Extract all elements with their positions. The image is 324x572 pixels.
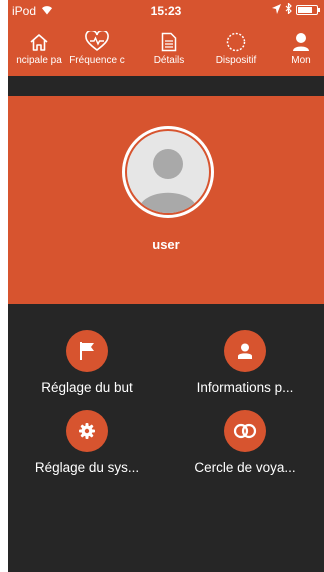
document-icon <box>139 28 199 52</box>
menu-grid: Réglage du but Informations p... Réglage… <box>8 304 324 572</box>
menu-travel-circle-label: Cercle de voya... <box>194 460 296 475</box>
person-icon <box>278 28 324 52</box>
device-circle-icon <box>205 28 267 52</box>
flag-icon <box>66 330 108 372</box>
heart-rate-icon <box>64 28 130 52</box>
menu-system-settings-label: Réglage du sys... <box>34 460 140 475</box>
home-icon <box>8 28 70 52</box>
person-card-icon <box>224 330 266 372</box>
tab-details[interactable]: Détails <box>139 28 199 66</box>
location-arrow-icon <box>272 3 281 17</box>
tab-home[interactable]: ncipale pa <box>8 28 70 66</box>
divider-band <box>8 76 324 96</box>
bluetooth-icon <box>285 2 292 17</box>
menu-personal-info-label: Informations p... <box>196 380 294 395</box>
tab-device-label: Dispositif <box>215 55 257 66</box>
menu-personal-info[interactable]: Informations p... <box>166 330 324 395</box>
tab-device[interactable]: Dispositif <box>205 28 267 66</box>
tab-me[interactable]: Mon <box>278 28 324 66</box>
menu-goal-settings[interactable]: Réglage du but <box>8 330 166 395</box>
tab-heart-rate-label: Fréquence c <box>69 55 125 66</box>
status-bar: iPod 15:23 <box>8 0 324 22</box>
gear-icon <box>66 410 108 452</box>
tab-details-label: Détails <box>153 55 185 66</box>
menu-goal-settings-label: Réglage du but <box>41 380 133 395</box>
avatar-placeholder-icon <box>127 131 209 213</box>
avatar[interactable] <box>122 126 214 218</box>
tab-bar: ncipale pa Fréquence c Détails Dispositi… <box>8 28 324 74</box>
phone-screen: iPod 15:23 ncipale pa Fréquence c Détail… <box>8 0 324 572</box>
menu-system-settings[interactable]: Réglage du sys... <box>8 410 166 475</box>
status-right <box>272 2 320 17</box>
battery-icon <box>296 5 320 15</box>
profile-header: user <box>8 96 324 304</box>
menu-travel-circle[interactable]: Cercle de voya... <box>166 410 324 475</box>
tab-me-label: Mon <box>291 55 311 66</box>
linked-rings-icon <box>224 410 266 452</box>
tab-heart-rate[interactable]: Fréquence c <box>64 28 130 66</box>
tab-home-label: ncipale pa <box>16 55 62 66</box>
username: user <box>152 237 180 252</box>
battery-fill <box>298 7 312 13</box>
top-bar: iPod 15:23 ncipale pa Fréquence c Détail… <box>8 0 324 76</box>
